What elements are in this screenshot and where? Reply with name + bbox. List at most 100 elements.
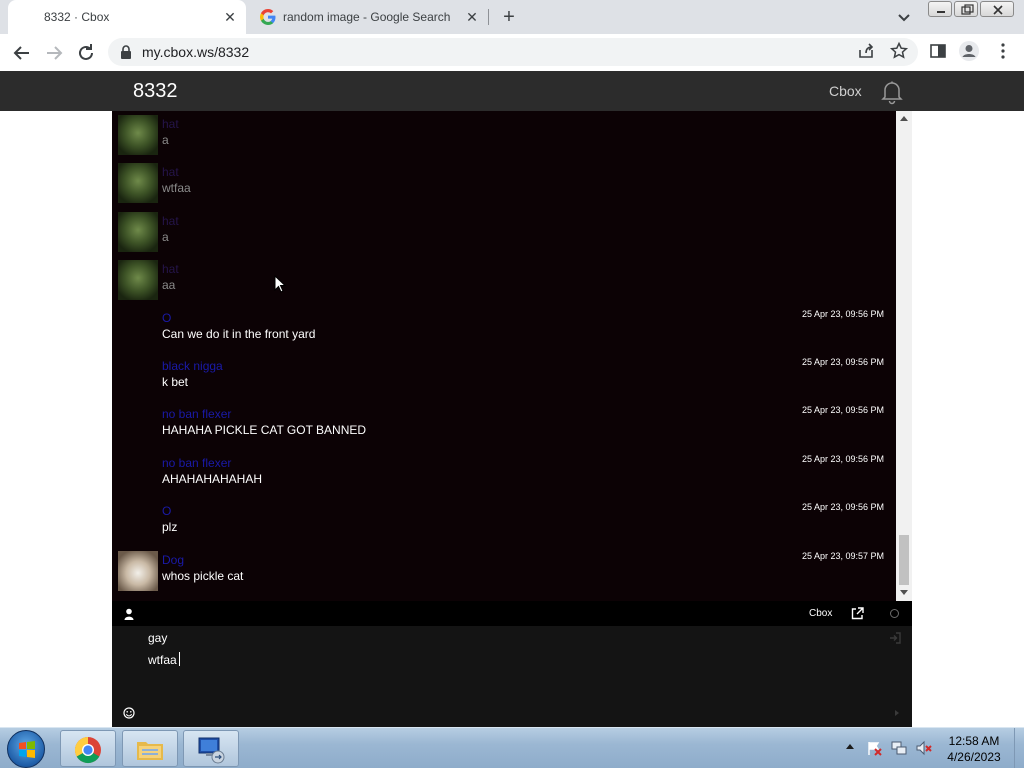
chat-message: hat a bbox=[112, 111, 896, 159]
taskbar-chrome[interactable] bbox=[60, 730, 116, 767]
clock-date[interactable]: 4/26/2023 bbox=[944, 750, 1004, 764]
clock-time[interactable]: 12:58 AM bbox=[944, 734, 1004, 748]
scroll-down-arrow[interactable] bbox=[900, 590, 908, 595]
bell-icon[interactable] bbox=[879, 79, 905, 105]
taskbar-explorer[interactable] bbox=[122, 730, 178, 767]
windows-logo-icon bbox=[19, 741, 35, 758]
chat-message: Dog whos pickle cat 25 Apr 23, 09:57 PM bbox=[112, 547, 896, 595]
chat-message: hat aa bbox=[112, 256, 896, 304]
share-icon[interactable] bbox=[856, 41, 876, 61]
scroll-thumb[interactable] bbox=[899, 535, 909, 585]
message-username[interactable]: hat bbox=[162, 165, 179, 179]
mouse-cursor-icon bbox=[274, 275, 286, 293]
external-link-icon[interactable] bbox=[851, 607, 864, 620]
chat-message: O Can we do it in the front yard 25 Apr 23… bbox=[112, 305, 896, 353]
start-button[interactable] bbox=[7, 730, 45, 768]
more-menu-icon[interactable] bbox=[993, 41, 1013, 61]
tab-google-search[interactable]: random image - Google Search ✕ bbox=[250, 0, 488, 34]
message-username[interactable]: no ban flexer bbox=[162, 456, 231, 470]
message-text: a bbox=[162, 133, 169, 147]
tab-title: random image - Google Search bbox=[283, 10, 451, 24]
minimize-button[interactable] bbox=[928, 1, 952, 17]
chat-message: no ban flexer HAHAHA PICKLE CAT GOT BANNE… bbox=[112, 401, 896, 449]
emoji-icon[interactable] bbox=[123, 707, 135, 719]
volume-muted-icon[interactable] bbox=[916, 740, 932, 756]
message-timestamp: 25 Apr 23, 09:57 PM bbox=[801, 551, 884, 561]
avatar[interactable] bbox=[118, 115, 158, 155]
chat-scrollbar[interactable] bbox=[896, 111, 912, 601]
new-tab-button[interactable]: + bbox=[498, 6, 520, 28]
message-username[interactable]: black nigga bbox=[162, 359, 223, 373]
tab-separator bbox=[488, 9, 489, 25]
taskbar-network[interactable] bbox=[183, 730, 239, 767]
message-username[interactable]: O bbox=[162, 504, 171, 518]
profile-icon[interactable] bbox=[958, 40, 980, 62]
submit-arrow-icon[interactable] bbox=[895, 710, 899, 716]
message-username[interactable]: Dog bbox=[162, 553, 184, 567]
page-title: 8332 bbox=[133, 80, 178, 102]
scroll-up-arrow[interactable] bbox=[900, 116, 908, 121]
message-input[interactable]: gay wtfaa bbox=[112, 626, 912, 727]
message-timestamp: 25 Apr 23, 09:56 PM bbox=[801, 405, 884, 415]
chrome-icon bbox=[74, 736, 101, 764]
text-caret bbox=[179, 652, 180, 666]
tab-title: 8332 · Cbox bbox=[44, 10, 110, 24]
side-panel-icon[interactable] bbox=[928, 41, 948, 61]
message-username[interactable]: O bbox=[162, 311, 171, 325]
window-close-button[interactable] bbox=[980, 1, 1014, 17]
page-header: 8332 Cbox bbox=[0, 71, 1024, 111]
user-icon[interactable] bbox=[124, 608, 134, 620]
address-bar[interactable]: my.cbox.ws/8332 bbox=[108, 38, 918, 66]
network-tray-icon[interactable] bbox=[891, 740, 907, 756]
cbox-brand-link[interactable]: Cbox bbox=[829, 83, 862, 99]
avatar[interactable] bbox=[118, 260, 158, 300]
message-timestamp: 25 Apr 23, 09:56 PM bbox=[801, 309, 884, 319]
restore-icon bbox=[961, 4, 974, 15]
cbox-link[interactable]: Cbox bbox=[809, 608, 832, 619]
show-desktop-button[interactable] bbox=[1014, 728, 1024, 768]
message-text: a bbox=[162, 230, 169, 244]
chat-message-list[interactable]: hat a hat wtfaa hat a hat aa O Can we do it in th… bbox=[112, 111, 896, 601]
chat-message: no ban flexer AHAHAHAHAHAH 25 Apr 23, 09:5… bbox=[112, 450, 896, 498]
connection-status-icon bbox=[890, 609, 899, 618]
avatar[interactable] bbox=[118, 163, 158, 203]
tab-strip: 8332 · Cbox ✕ random image - Google Sear… bbox=[0, 0, 1024, 34]
reload-icon[interactable] bbox=[74, 41, 98, 65]
close-icon[interactable]: ✕ bbox=[464, 9, 480, 25]
chat-toolbar: Cbox bbox=[112, 601, 912, 626]
avatar[interactable] bbox=[118, 212, 158, 252]
input-text-line[interactable]: wtfaa bbox=[148, 653, 177, 667]
message-text: k bet bbox=[162, 375, 189, 389]
message-username[interactable]: hat bbox=[162, 214, 179, 228]
message-username[interactable]: hat bbox=[162, 262, 179, 276]
chat-message: hat a bbox=[112, 208, 896, 256]
restore-button[interactable] bbox=[954, 1, 978, 17]
url-text[interactable]: my.cbox.ws/8332 bbox=[142, 44, 249, 60]
message-timestamp: 25 Apr 23, 09:56 PM bbox=[801, 454, 884, 464]
message-text: AHAHAHAHAHAH bbox=[162, 472, 263, 486]
network-icon bbox=[198, 737, 225, 764]
message-timestamp: 25 Apr 23, 09:56 PM bbox=[801, 357, 884, 367]
star-icon[interactable] bbox=[889, 41, 909, 61]
folder-icon bbox=[137, 742, 163, 760]
forward-arrow-icon[interactable] bbox=[42, 41, 66, 65]
tab-cbox[interactable]: 8332 · Cbox ✕ bbox=[8, 0, 246, 34]
sign-in-icon[interactable] bbox=[889, 632, 901, 644]
close-icon[interactable]: ✕ bbox=[222, 9, 238, 25]
message-username[interactable]: hat bbox=[162, 117, 179, 131]
action-center-flag-icon[interactable] bbox=[866, 740, 882, 756]
message-text: Can we do it in the front yard bbox=[162, 327, 316, 341]
message-text: aa bbox=[162, 278, 176, 292]
show-hidden-icons-arrow[interactable] bbox=[846, 744, 854, 749]
back-arrow-icon[interactable] bbox=[10, 41, 34, 65]
google-icon bbox=[260, 9, 276, 25]
lock-icon[interactable] bbox=[120, 45, 132, 59]
avatar[interactable] bbox=[118, 551, 158, 591]
message-username[interactable]: no ban flexer bbox=[162, 407, 231, 421]
message-timestamp: 25 Apr 23, 09:56 PM bbox=[801, 502, 884, 512]
chevron-down-icon[interactable] bbox=[894, 7, 914, 27]
input-text-line[interactable]: gay bbox=[148, 631, 167, 645]
chat-message: hat wtfaa bbox=[112, 159, 896, 207]
chat-message: Oplz 25 Apr 23, 09:56 PM bbox=[112, 498, 896, 546]
message-text: whos pickle cat bbox=[162, 569, 244, 583]
